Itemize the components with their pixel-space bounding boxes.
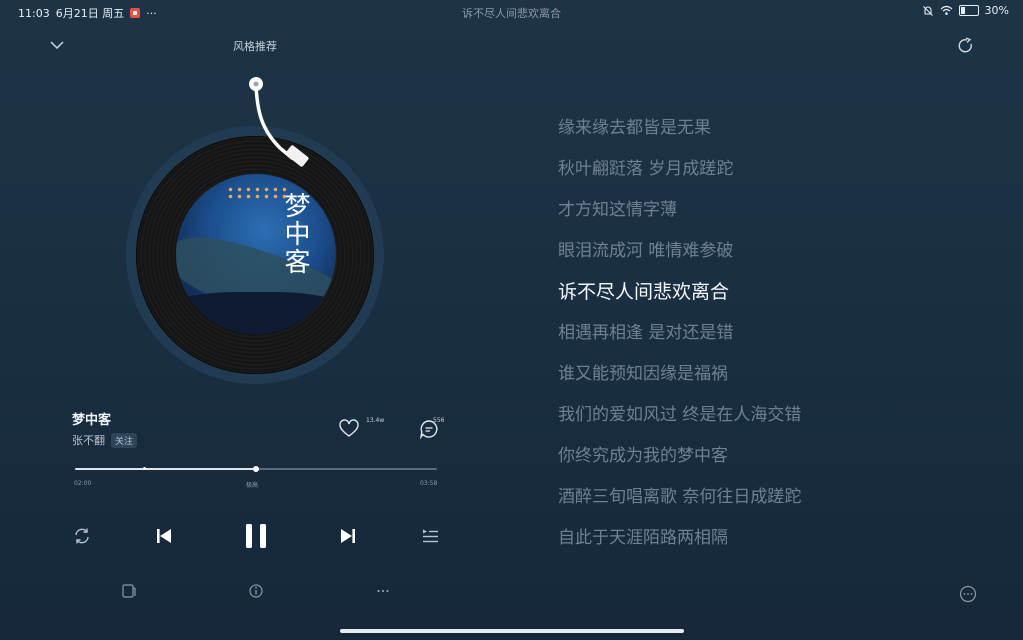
lyric-line[interactable]: 你终究成为我的梦中客 [558,444,801,485]
lyrics-panel[interactable]: 缘来缘去都皆是无果 秋叶翩跹落 岁月成蹉跎 才方知这情字薄 眼泪流成河 唯情难参破 诉不… [558,116,801,567]
more-button[interactable] [374,582,392,600]
like-button[interactable] [338,418,362,440]
wifi-icon [940,5,952,15]
song-title: 梦中客 [72,413,112,428]
cover-title: 梦中客 [280,192,310,276]
progress-knob[interactable] [253,466,259,472]
pause-icon [246,524,266,548]
battery-icon [958,5,979,16]
previous-icon [157,529,171,543]
lyrics-mode-button[interactable] [120,582,138,600]
cover-foreground [176,292,336,334]
artist-name[interactable]: 张不翻 [72,432,105,448]
battery-text: 30% [984,4,1009,17]
info-icon [249,584,263,598]
previous-button[interactable] [152,524,176,548]
playlist-icon [423,529,438,543]
lyric-line[interactable]: 谁又能预知因缘是福祸 [558,362,801,403]
follow-button[interactable]: 关注 [111,432,138,448]
album-cover[interactable]: 梦中客 [176,174,336,334]
progress-played [75,468,256,470]
playlist-button[interactable] [418,524,442,548]
quality-label[interactable]: 极高 [246,480,258,489]
total-time: 03:58 [420,480,438,487]
lyric-line[interactable]: 酒醉三旬唱离歌 奈何往日成蹉跎 [558,485,801,526]
lyric-line-active[interactable]: 诉不尽人间悲欢离合 [558,280,801,321]
collapse-button[interactable] [48,36,66,54]
next-button[interactable] [336,524,360,548]
like-count: 13.4w [366,417,385,424]
repeat-icon [75,528,89,544]
status-bar-right: 30% [922,4,1009,17]
lyric-line[interactable]: 眼泪流成河 唯情难参破 [558,239,801,280]
page-title[interactable]: 风格推荐 [200,38,310,54]
lyrics-more-icon [959,585,977,603]
lyric-line[interactable]: 我们的爱如风过 终是在人海交错 [558,403,801,444]
current-time: 02:00 [74,480,92,487]
lyrics-mode-icon [122,584,136,598]
comment-count: 556 [433,417,445,424]
lyric-line[interactable]: 相遇再相逢 是对还是错 [558,321,801,362]
status-now-playing: 诉不尽人间悲欢离合 [462,7,561,20]
tonearm [249,77,309,167]
lyric-line[interactable]: 秋叶翩跹落 岁月成蹉跎 [558,157,801,198]
lyric-line[interactable]: 才方知这情字薄 [558,198,801,239]
chevron-down-icon [50,41,64,50]
mute-icon [922,5,933,16]
next-icon [341,529,355,543]
progress-marker [143,467,146,470]
heart-icon [339,419,359,437]
share-icon [958,37,972,53]
lyric-line[interactable]: 自此于天涯陌路两相隔 [558,526,801,567]
repeat-button[interactable] [70,524,94,548]
share-button[interactable] [956,36,976,56]
artist-row: 张不翻 关注 [72,432,138,448]
pause-button[interactable] [240,518,272,554]
info-button[interactable] [247,582,265,600]
home-indicator[interactable] [340,629,684,633]
lyric-line[interactable]: 缘来缘去都皆是无果 [558,116,801,157]
lyrics-more-button[interactable] [958,584,978,604]
more-icon [377,589,389,593]
